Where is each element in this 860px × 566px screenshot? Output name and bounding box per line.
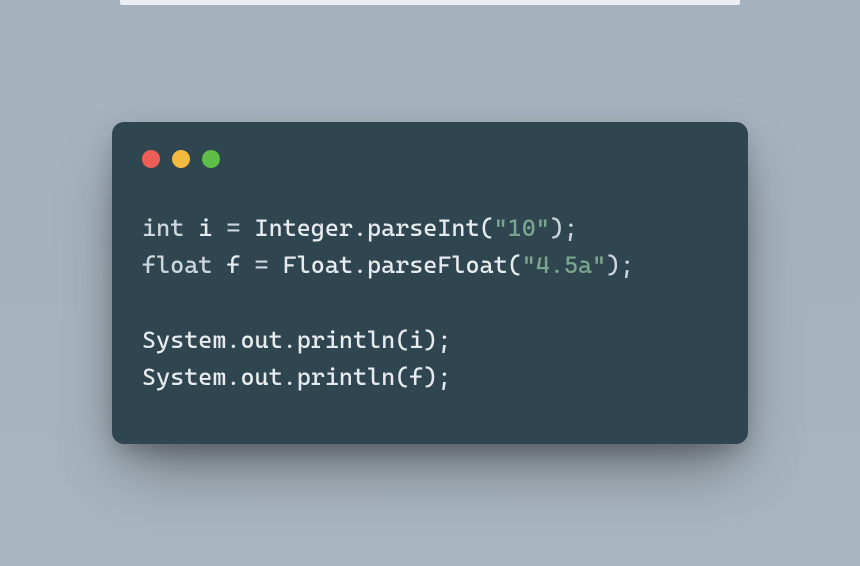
code-punct: ); [606, 251, 634, 279]
close-icon[interactable] [142, 150, 160, 168]
code-punct: = [240, 251, 282, 279]
code-block: int i = Integer.parseInt("10"); float f … [142, 210, 718, 396]
code-string: "4.5a" [522, 251, 606, 279]
code-punct: = [212, 214, 254, 242]
code-keyword: int [142, 214, 184, 242]
code-punct: ); [550, 214, 578, 242]
code-line: System.out.println(i); [142, 326, 451, 354]
code-identifier: f [226, 251, 240, 279]
code-call: Float.parseFloat( [283, 251, 522, 279]
code-call: Integer.parseInt( [255, 214, 494, 242]
minimize-icon[interactable] [172, 150, 190, 168]
code-string: "10" [494, 214, 550, 242]
code-window: int i = Integer.parseInt("10"); float f … [112, 122, 748, 444]
window-controls [142, 150, 718, 168]
maximize-icon[interactable] [202, 150, 220, 168]
page-top-edge [120, 0, 740, 5]
code-identifier: i [198, 214, 212, 242]
code-keyword: float [142, 251, 212, 279]
code-line: System.out.println(f); [142, 363, 451, 391]
